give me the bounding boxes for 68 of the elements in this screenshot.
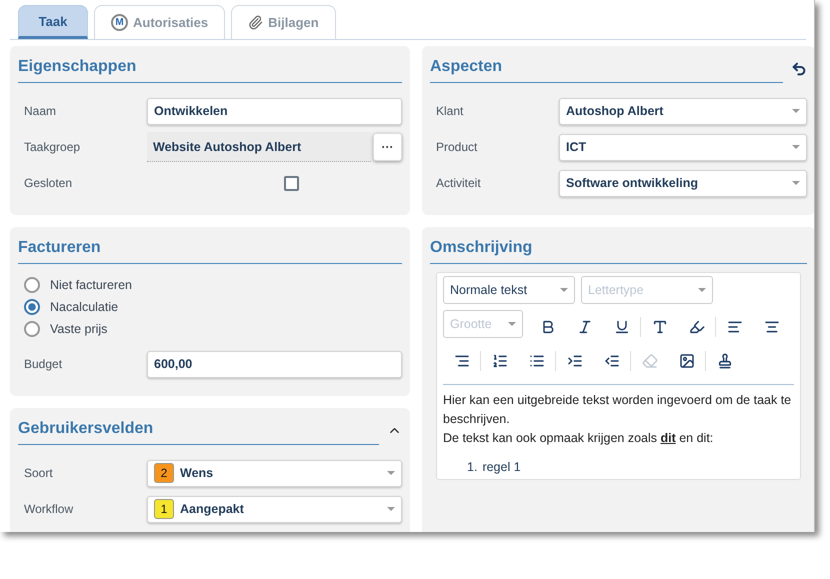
highlighter-icon (688, 319, 704, 335)
paperclip-icon (248, 15, 264, 30)
field-label: Naam (24, 104, 58, 118)
field-label: Soort (24, 466, 54, 480)
rich-text-editor[interactable]: Normale tekst Lettertype Grootte Hier kan een uitgebreide tekst worden ingevoerd om de taak te beschrijven. De tekst kan ook opmaak krijgen zoals dit en dit: 1. regel 1 (436, 272, 801, 480)
radio-button[interactable] (24, 277, 40, 293)
dropdown[interactable]: Software ontwikkeling (559, 170, 807, 196)
lookup-field[interactable]: Website Autoshop Albert (147, 132, 371, 162)
radio-button[interactable] (24, 321, 40, 337)
field-label: Klant (436, 104, 464, 118)
field-label: Budget (24, 357, 64, 371)
tab-label: Autorisaties (133, 15, 208, 30)
outdent-icon (604, 353, 620, 369)
align-right-icon (454, 353, 470, 369)
section-title: Eigenschappen (18, 54, 402, 83)
list-number: 1. (467, 459, 478, 476)
field-label: Taakgroep (24, 140, 82, 154)
radio-button[interactable] (24, 299, 40, 315)
caret-icon (387, 507, 395, 511)
section-title: Aspecten (430, 54, 783, 83)
align-center-icon (764, 319, 780, 335)
indent-icon (566, 353, 582, 369)
paragraph: Hier kan een uitgebreide tekst worden ingevoerd om de taak te beschrijven. (443, 392, 792, 428)
style-select[interactable]: Normale tekst (443, 276, 575, 304)
caret-icon (698, 288, 706, 292)
caret-icon (792, 109, 800, 113)
number-badge: 1 (154, 499, 174, 519)
dropdown[interactable]: 1 Aangepakt (147, 496, 402, 522)
text-field[interactable]: Ontwikkelen (147, 98, 402, 124)
radio-label: Vaste prijs (50, 322, 108, 336)
budget-field[interactable]: 600,00 (147, 350, 402, 378)
eraser-icon (642, 353, 658, 369)
number-badge: 2 (154, 463, 174, 483)
tab-label: Bijlagen (268, 15, 319, 30)
italic-icon (576, 319, 592, 335)
section-title: Omschrijving (430, 235, 807, 264)
caret-icon (387, 471, 395, 475)
tab[interactable]: M Autorisaties (94, 5, 226, 39)
paragraph: De tekst kan ook opmaak krijgen zoals dit en dit: (443, 430, 714, 447)
badge-icon: M (111, 14, 128, 31)
caret-icon (508, 322, 516, 326)
caret-icon (792, 181, 800, 185)
tab[interactable]: Taak (18, 5, 88, 39)
list-item: regel 1 (482, 459, 521, 476)
more-button[interactable]: ··· (373, 133, 402, 161)
section-title: Gebruikersvelden (18, 416, 379, 445)
checkbox[interactable] (284, 176, 299, 190)
radio-label: Nacalculatie (50, 300, 118, 314)
stamp-icon (716, 353, 732, 369)
dropdown[interactable]: Autoshop Albert (559, 98, 807, 124)
section-title: Factureren (18, 235, 402, 264)
field-label: Workflow (24, 502, 74, 516)
image-icon (678, 353, 694, 369)
caret-icon (560, 288, 568, 292)
field-label: Gesloten (24, 176, 74, 190)
tab-label: Taak (38, 14, 68, 28)
field-label: Product (436, 140, 478, 154)
text-color-icon (652, 319, 668, 335)
undo-icon[interactable] (791, 60, 807, 76)
field-label: Activiteit (436, 176, 482, 190)
underline-icon (614, 319, 630, 335)
dropdown[interactable]: ICT (559, 134, 807, 160)
numbered-list-icon (492, 353, 508, 369)
caret-icon (792, 145, 800, 149)
dropdown[interactable]: 2 Wens (147, 460, 402, 486)
radio-label: Niet factureren (50, 278, 132, 292)
bullet-list-icon (528, 353, 544, 369)
align-left-icon (726, 319, 742, 335)
